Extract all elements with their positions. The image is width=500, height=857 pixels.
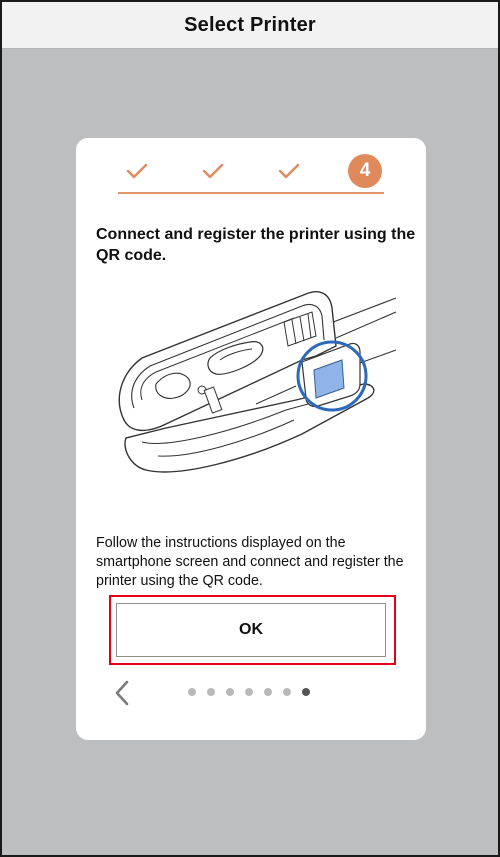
page-dot [283,688,291,696]
check-icon [278,163,300,179]
back-button[interactable] [110,679,134,707]
ok-button-label: OK [239,621,263,638]
page-dot [264,688,272,696]
check-icon [126,163,148,179]
page-indicator [188,687,318,697]
page-dot [188,688,196,696]
navigation-bar: Select Printer [2,2,498,49]
step-number: 4 [359,160,371,181]
page-dot [226,688,234,696]
page-dot-current [302,688,310,696]
page-dot [207,688,215,696]
step-heading: Connect and register the printer using t… [96,226,416,264]
instruction-text: Follow the instructions displayed on the… [96,535,404,589]
check-icon [202,163,224,179]
step-4-current: 4 [348,154,382,188]
setup-dialog-card: 4 Connect and register the printer using… [76,138,426,740]
ok-button[interactable]: OK [116,603,386,657]
step-progress-line [118,192,384,194]
page-dot [245,688,253,696]
step-3-complete [272,154,306,188]
step-progress-indicator: 4 [118,154,384,198]
step-1-complete [120,154,154,188]
chevron-left-icon [115,680,129,706]
app-screen: Select Printer 4 Connect and register th… [0,0,500,857]
printer-qr-illustration [106,288,398,492]
page-title: Select Printer [184,13,316,36]
step-2-complete [196,154,230,188]
